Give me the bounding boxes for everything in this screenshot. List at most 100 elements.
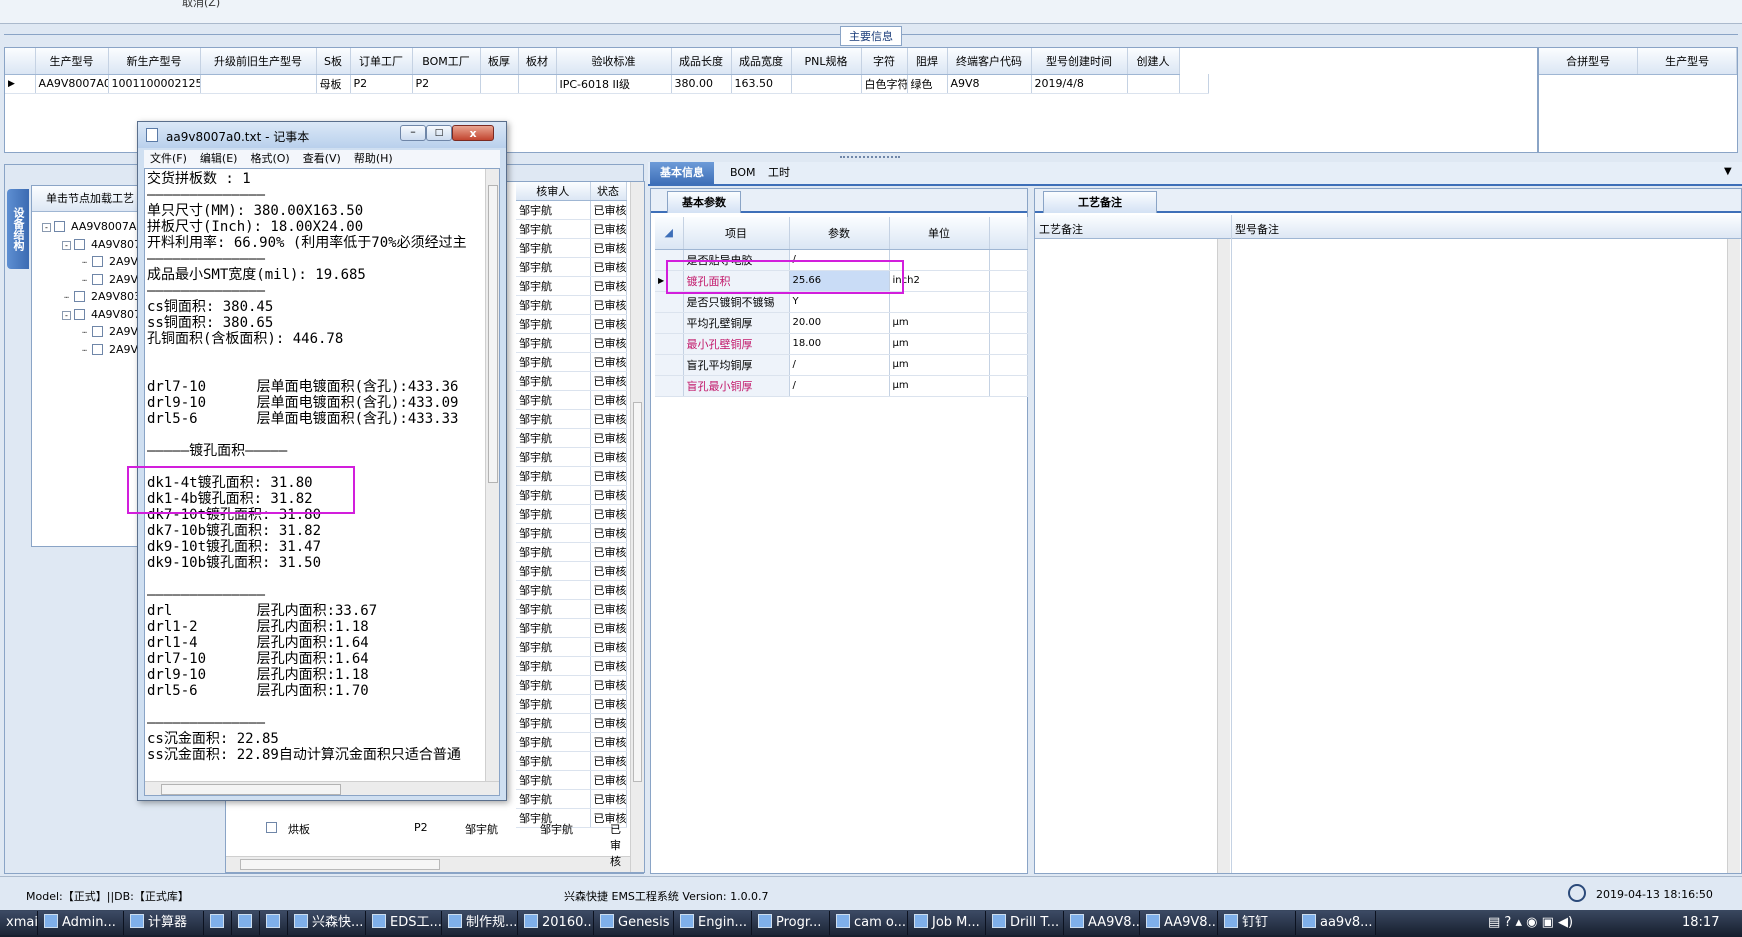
tree-expand-icon[interactable]: ┄ — [62, 294, 71, 303]
tree-expand-icon[interactable]: ┄ — [80, 346, 89, 356]
tab-0[interactable]: 基本信息 — [650, 162, 714, 184]
checkbox[interactable] — [74, 238, 85, 250]
tree-expand-icon[interactable]: - — [42, 223, 51, 232]
taskbar-item[interactable] — [232, 911, 260, 935]
table-row[interactable]: 邹宇航 已审核 — [516, 276, 627, 296]
param-value[interactable]: 18.00 — [789, 333, 890, 355]
notepad-menu-item[interactable]: 查看(V) — [303, 152, 341, 165]
table-row[interactable]: 邹宇航 已审核 — [516, 523, 627, 543]
main-col-header[interactable]: 成品长度 — [671, 48, 732, 75]
notepad-menu-item[interactable]: 格式(O) — [250, 152, 289, 165]
merge-col-header[interactable]: 合拼型号 — [1539, 48, 1639, 75]
table-row[interactable]: 邹宇航 已审核 — [516, 580, 627, 600]
main-col-header[interactable]: 验收标准 — [556, 48, 672, 75]
checkbox[interactable] — [92, 343, 103, 355]
table-row[interactable]: 邹宇航 已审核 — [516, 352, 627, 372]
taskbar-item[interactable]: Engin... — [674, 911, 752, 935]
remark-scroll-right[interactable] — [1727, 239, 1740, 873]
table-row[interactable]: 邹宇航 已审核 — [516, 333, 627, 353]
taskbar-item[interactable]: Drill T... — [986, 911, 1064, 935]
table-row[interactable]: 邹宇航 已审核 — [516, 466, 627, 486]
tree-node[interactable]: ┄ 2A9V — [80, 273, 138, 286]
process-list-vscroll[interactable] — [630, 182, 644, 872]
main-col-header[interactable]: 终端客户代码 — [947, 48, 1032, 75]
main-col-header[interactable]: 字符 — [861, 48, 908, 75]
param-row[interactable]: 是否只镀铜不镀锡 Y — [655, 291, 1028, 313]
tree-node[interactable]: ┄ 2A9V — [80, 255, 138, 268]
checkbox[interactable] — [54, 221, 65, 232]
main-col-header[interactable]: S板 — [316, 48, 351, 75]
main-col-header[interactable]: 型号创建时间 — [1031, 48, 1128, 75]
table-row[interactable]: 邹宇航 已审核 — [516, 409, 627, 429]
param-value[interactable]: Y — [789, 291, 890, 313]
checkbox[interactable] — [74, 291, 85, 302]
taskbar-item[interactable]: xmail — [0, 911, 38, 935]
process-list-hscroll[interactable] — [226, 856, 630, 872]
tray-icons[interactable]: ▤ ? ▴ ◉ ▣ ◀) — [1488, 911, 1573, 935]
param-value[interactable]: 20.00 — [789, 312, 890, 334]
tree-node[interactable]: ┄ 2A9V803 — [62, 290, 141, 303]
device-structure-vtab[interactable]: 设备结构 — [7, 189, 29, 269]
param-row[interactable]: 盲孔最小铜厚 / μm — [655, 375, 1028, 397]
main-col-header[interactable]: 生产型号 — [35, 48, 109, 75]
tab-2[interactable]: 工时 — [758, 162, 800, 184]
close-button[interactable]: x — [452, 125, 494, 141]
table-row[interactable]: 邹宇航 已审核 — [516, 637, 627, 657]
params-col-header[interactable]: 单位 — [889, 217, 990, 250]
table-row[interactable]: 邹宇航 已审核 — [516, 371, 627, 391]
checkbox[interactable] — [92, 326, 103, 337]
minimize-button[interactable]: – — [400, 125, 426, 141]
taskbar-item[interactable]: Progr... — [752, 911, 830, 935]
main-col-header[interactable]: 升级前旧生产型号 — [200, 48, 317, 75]
main-col-header[interactable]: BOM工厂 — [412, 48, 481, 75]
notepad-menu-item[interactable]: 帮助(H) — [354, 152, 393, 165]
main-info-data-row[interactable]: ▶ AA9V8007A0 10011000021253 母板 P2 P2 IPC-6018 … — [5, 74, 1209, 94]
taskbar-item[interactable]: AA9V8... — [1140, 911, 1218, 935]
tree-expand-icon[interactable]: ┄ — [80, 276, 89, 286]
remark-scroll-left[interactable] — [1217, 239, 1230, 873]
bake-row[interactable]: 烘板 P2 邹宇航 邹宇航 已审核 — [246, 818, 630, 868]
param-value[interactable]: / — [789, 354, 890, 376]
tab-basic-params[interactable]: 基本参数 — [667, 191, 741, 213]
table-row[interactable]: 邹宇航 已审核 — [516, 789, 627, 809]
tree-node[interactable]: ┄ 2A9V — [80, 343, 138, 356]
notepad-menu-item[interactable]: 编辑(E) — [200, 152, 238, 165]
table-row[interactable]: 邹宇航 已审核 — [516, 599, 627, 619]
notepad-titlebar[interactable]: aa9v8007a0.txt - 记事本 – □ x — [138, 122, 506, 148]
tree-expand-icon[interactable]: - — [62, 240, 71, 250]
params-col-header[interactable]: 项目 — [683, 217, 790, 250]
notepad-window[interactable]: aa9v8007a0.txt - 记事本 – □ x 文件(F) 编辑(E) 格式(… — [137, 121, 507, 801]
taskbar-item[interactable]: 钉钉 — [1218, 911, 1296, 935]
tree-expand-icon[interactable]: ┄ — [80, 259, 89, 268]
process-col-header[interactable]: 核审人 — [516, 182, 591, 201]
tree-expand-icon[interactable]: ┄ — [80, 329, 89, 338]
taskbar-item[interactable]: cam o... — [830, 911, 908, 935]
taskbar-item[interactable]: Admin... — [38, 911, 124, 935]
taskbar-item[interactable]: 计算器 — [124, 911, 204, 935]
main-col-header[interactable]: 板厚 — [480, 48, 519, 75]
table-row[interactable]: 邹宇航 已审核 — [516, 770, 627, 790]
taskbar-item[interactable]: Job M... — [908, 911, 986, 935]
taskbar-item[interactable]: 制作规... — [442, 911, 518, 935]
taskbar-item[interactable] — [260, 911, 288, 935]
table-row[interactable]: 邹宇航 已审核 — [516, 200, 627, 220]
table-row[interactable]: 邹宇航 已审核 — [516, 542, 627, 562]
table-row[interactable]: 邹宇航 已审核 — [516, 390, 627, 410]
merge-col-header[interactable]: 生产型号 — [1637, 48, 1737, 75]
table-row[interactable]: 邹宇航 已审核 — [516, 561, 627, 581]
main-col-header[interactable]: 板材 — [518, 48, 557, 75]
table-row[interactable]: 邹宇航 已审核 — [516, 751, 627, 771]
main-col-header[interactable]: 阻焊 — [907, 48, 948, 75]
param-row[interactable]: 最小孔壁铜厚 18.00 μm — [655, 333, 1028, 355]
process-col-header[interactable]: 状态 — [590, 182, 627, 201]
notepad-vscroll[interactable] — [485, 169, 499, 781]
main-col-header[interactable]: 创建人 — [1127, 48, 1180, 75]
taskbar-item[interactable]: EDS工... — [366, 911, 442, 935]
notepad-hscroll[interactable] — [145, 781, 499, 795]
table-row[interactable]: 邹宇航 已审核 — [516, 713, 627, 733]
table-row[interactable]: 邹宇航 已审核 — [516, 732, 627, 752]
cancel-menu-text[interactable]: 取消(Z) — [182, 0, 220, 10]
table-row[interactable]: 邹宇航 已审核 — [516, 675, 627, 695]
table-row[interactable]: 邹宇航 已审核 — [516, 618, 627, 638]
params-col-header[interactable]: 参数 — [789, 217, 890, 250]
